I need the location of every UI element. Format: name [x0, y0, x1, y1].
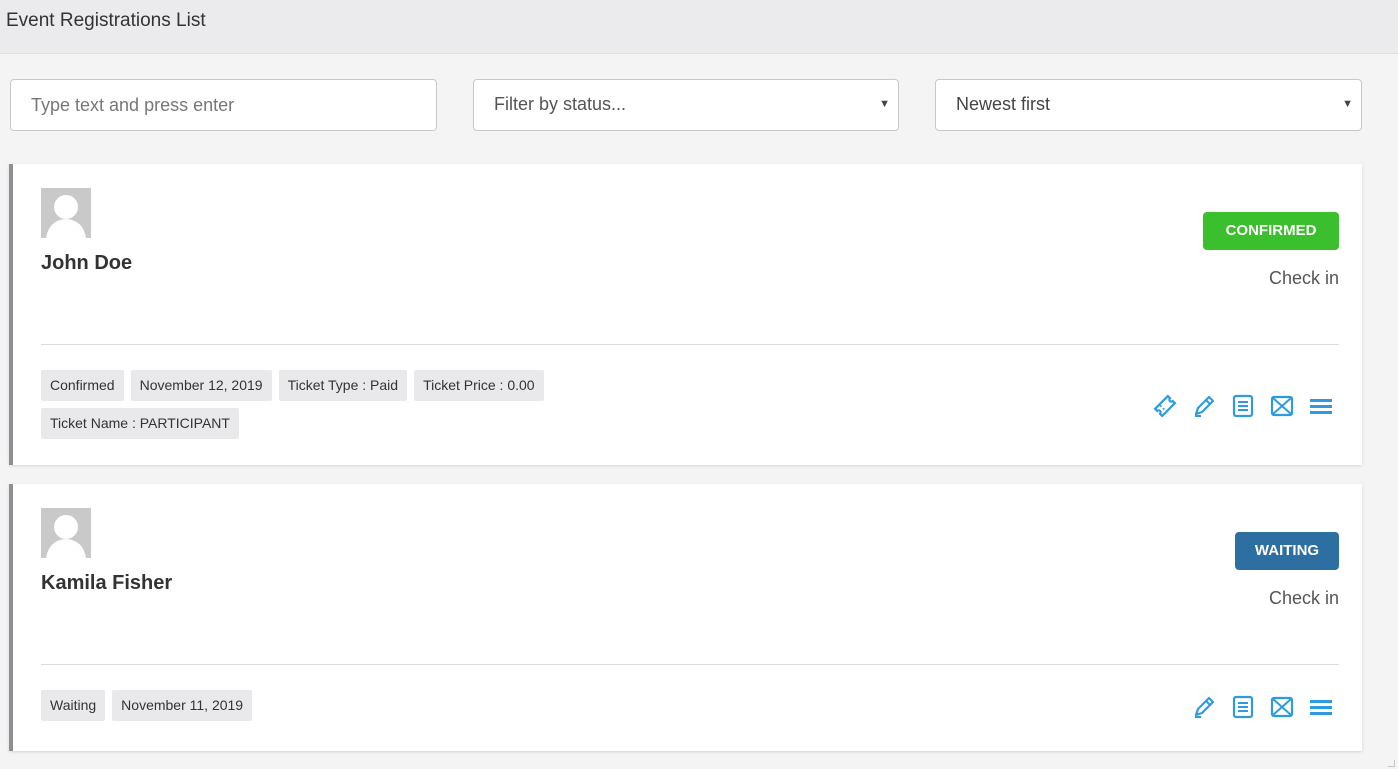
- ticket-icon[interactable]: [1152, 393, 1178, 419]
- page-header: Event Registrations List: [0, 0, 1398, 54]
- avatar: [41, 508, 91, 558]
- avatar: [41, 188, 91, 238]
- registration-tags: Confirmed November 12, 2019 Ticket Type …: [41, 370, 641, 446]
- registration-actions: [1139, 393, 1334, 419]
- status-badge: CONFIRMED: [1203, 212, 1339, 250]
- registrant-name: Kamila Fisher: [41, 572, 173, 594]
- ticket-name-tag: Ticket Name : PARTICIPANT: [41, 408, 239, 439]
- date-tag: November 12, 2019: [130, 370, 272, 401]
- user-placeholder-icon: [41, 508, 91, 558]
- registration-card: Kamila Fisher WAITING Check in Waiting N…: [9, 484, 1362, 751]
- email-icon[interactable]: [1269, 393, 1295, 419]
- menu-icon[interactable]: [1308, 694, 1334, 720]
- registration-card: John Doe CONFIRMED Check in Confirmed No…: [9, 164, 1362, 465]
- registration-actions: [1178, 694, 1334, 720]
- edit-icon[interactable]: [1191, 393, 1217, 419]
- divider: [41, 344, 1339, 345]
- date-tag: November 11, 2019: [112, 690, 253, 721]
- ticket-type-tag: Ticket Type : Paid: [278, 370, 408, 401]
- chevron-down-icon: ▼: [1342, 98, 1353, 110]
- chevron-down-icon: ▼: [879, 98, 890, 110]
- edit-icon[interactable]: [1191, 694, 1217, 720]
- check-in-link[interactable]: Check in: [1269, 268, 1339, 289]
- status-filter-select[interactable]: Filter by status... ▼: [473, 79, 899, 131]
- divider: [41, 664, 1339, 665]
- menu-icon[interactable]: [1308, 393, 1334, 419]
- document-icon[interactable]: [1230, 694, 1256, 720]
- registration-tags: Waiting November 11, 2019: [41, 690, 641, 728]
- page-title: Event Registrations List: [6, 10, 206, 31]
- ticket-price-tag: Ticket Price : 0.00: [414, 370, 544, 401]
- sort-order-value: Newest first: [956, 94, 1051, 114]
- check-in-link[interactable]: Check in: [1269, 588, 1339, 609]
- registrant-name: John Doe: [41, 252, 133, 274]
- search-input[interactable]: [11, 80, 436, 130]
- search-field[interactable]: [10, 79, 437, 131]
- sort-order-select[interactable]: Newest first ▼: [935, 79, 1362, 131]
- document-icon[interactable]: [1230, 393, 1256, 419]
- status-tag: Waiting: [41, 690, 106, 721]
- status-filter-placeholder: Filter by status...: [494, 94, 627, 114]
- status-badge: WAITING: [1235, 532, 1339, 570]
- resize-handle-icon: [1388, 760, 1395, 767]
- user-placeholder-icon: [41, 188, 91, 238]
- status-tag: Confirmed: [41, 370, 124, 401]
- email-icon[interactable]: [1269, 694, 1295, 720]
